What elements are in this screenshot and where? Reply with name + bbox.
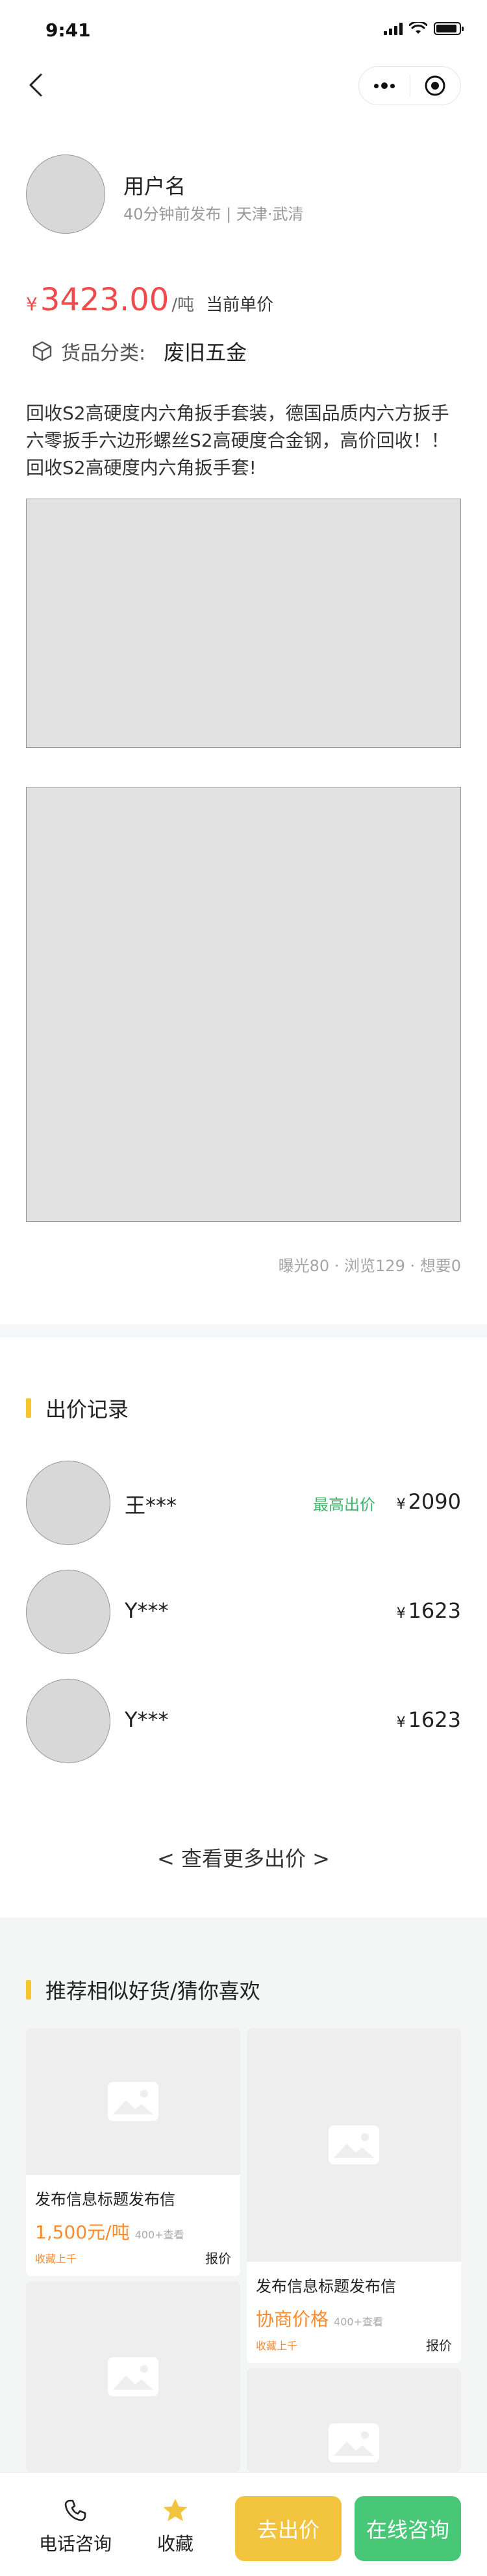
image-placeholder-icon xyxy=(329,2423,379,2462)
bids-section-header: 出价记录 xyxy=(26,1393,129,1423)
image-placeholder-icon xyxy=(329,2125,379,2164)
product-card[interactable]: 发布信息标题发布信 协商价格 400+查看 收藏上千 报价 xyxy=(247,2028,461,2363)
image-placeholder-icon xyxy=(108,2082,158,2121)
price-unit: /吨 xyxy=(171,295,195,315)
price-line: ¥ 3423.00 /吨 当前单价 xyxy=(26,282,273,318)
phone-icon xyxy=(64,2499,86,2521)
wifi-icon xyxy=(409,22,427,34)
bid-price: ¥ 1623 xyxy=(397,1598,461,1623)
price-note: 当前单价 xyxy=(206,295,274,315)
bid-row: Y*** ¥ 1623 xyxy=(26,1570,461,1654)
card-favorites: 收藏上千 xyxy=(35,2252,77,2265)
phone-consult-label: 电话咨询 xyxy=(38,2533,112,2555)
price-value: 3423.00 xyxy=(40,282,169,318)
close-button[interactable] xyxy=(410,67,461,105)
card-price-line: 协商价格 400+查看 xyxy=(256,2305,452,2331)
avatar xyxy=(26,1679,110,1763)
section-divider xyxy=(0,1324,487,1337)
place-bid-button[interactable]: 去出价 xyxy=(235,2496,342,2561)
bottom-action-bar: 电话咨询 收藏 去出价 在线咨询 xyxy=(0,2472,487,2576)
avatar xyxy=(26,1570,110,1654)
phone-consult-button[interactable]: 电话咨询 xyxy=(36,2497,114,2556)
card-favorites: 收藏上千 xyxy=(256,2339,298,2352)
star-icon xyxy=(163,2499,188,2521)
nav-bar xyxy=(0,57,487,114)
product-card[interactable] xyxy=(26,2281,240,2472)
bid-row: Y*** ¥ 1623 xyxy=(26,1679,461,1763)
card-views: 400+查看 xyxy=(134,2229,184,2241)
user-name: 用户名 xyxy=(123,174,186,199)
chevron-left-icon xyxy=(29,73,42,97)
publish-meta: 40分钟前发布 | 天津·武清 xyxy=(123,205,304,223)
card-title: 发布信息标题发布信 xyxy=(35,2190,175,2209)
card-body: 发布信息标题发布信 1,500元/吨 400+查看 收藏上千 报价 xyxy=(26,2175,240,2276)
bids-section-title: 出价记录 xyxy=(45,1397,129,1422)
recommend-section-header: 推荐相似好货/猜你喜欢 xyxy=(26,1975,260,2005)
currency-symbol: ¥ xyxy=(396,1605,406,1622)
box-icon xyxy=(32,341,52,362)
favorite-button[interactable]: 收藏 xyxy=(136,2497,214,2556)
status-icons xyxy=(384,22,464,35)
card-image xyxy=(247,2028,461,2262)
image-placeholder-icon xyxy=(108,2357,158,2396)
battery-level xyxy=(436,25,456,32)
back-button[interactable] xyxy=(19,69,52,101)
bidder-name: Y*** xyxy=(125,1707,169,1732)
card-quote-button[interactable]: 报价 xyxy=(205,2248,231,2267)
status-bar: 9:41 xyxy=(0,0,487,57)
avatar xyxy=(26,1461,110,1545)
bid-price: ¥ 2090 xyxy=(397,1489,461,1514)
bid-amount: 1623 xyxy=(408,1707,461,1732)
view-more-bids-link[interactable]: < 查看更多出价 > xyxy=(0,1842,487,1872)
currency-symbol: ¥ xyxy=(396,1496,406,1513)
bid-price: ¥ 1623 xyxy=(397,1707,461,1732)
bidder-name: 王*** xyxy=(125,1493,177,1518)
card-image xyxy=(247,2368,461,2472)
product-card[interactable]: 发布信息标题发布信 1,500元/吨 400+查看 收藏上千 报价 xyxy=(26,2028,240,2276)
card-footer: 收藏上千 报价 xyxy=(256,2335,452,2363)
item-description: 回收S2高硬度内六角扳手套装，德国品质内六方扳手六零扳手六边形螺丝S2高硬度合金… xyxy=(26,402,449,478)
card-image xyxy=(26,2281,240,2472)
bid-amount: 2090 xyxy=(408,1489,461,1514)
category-value: 废旧五金 xyxy=(164,340,247,365)
currency-symbol: ¥ xyxy=(26,293,38,315)
status-time: 9:41 xyxy=(45,19,91,41)
more-button[interactable] xyxy=(359,67,410,105)
signal-icon xyxy=(384,22,403,35)
card-price: 1,500元/吨 xyxy=(35,2222,130,2243)
mini-program-capsule xyxy=(358,66,461,105)
publisher-info: 用户名 40分钟前发布 | 天津·武清 xyxy=(26,155,461,235)
online-consult-button[interactable]: 在线咨询 xyxy=(355,2496,461,2561)
item-photo[interactable] xyxy=(26,499,461,748)
target-circle-icon xyxy=(425,75,445,96)
favorite-label: 收藏 xyxy=(156,2533,194,2555)
section-accent-bar xyxy=(26,1398,31,1418)
recommend-section-title: 推荐相似好货/猜你喜欢 xyxy=(45,1979,260,2003)
card-price-line: 1,500元/吨 400+查看 xyxy=(35,2218,231,2244)
card-quote-button[interactable]: 报价 xyxy=(426,2335,452,2354)
bid-amount: 1623 xyxy=(408,1598,461,1623)
category-label: 货品分类: xyxy=(61,342,146,365)
card-footer: 收藏上千 报价 xyxy=(35,2248,231,2276)
battery-icon xyxy=(434,22,464,35)
card-title: 发布信息标题发布信 xyxy=(256,2277,396,2296)
bid-row: 王*** 最高出价 ¥ 2090 xyxy=(26,1461,461,1545)
more-dots-icon xyxy=(373,82,395,89)
product-card[interactable] xyxy=(247,2368,461,2472)
card-views: 400+查看 xyxy=(334,2316,383,2328)
bidder-name: Y*** xyxy=(125,1598,169,1623)
highest-bid-tag: 最高出价 xyxy=(313,1496,375,1514)
item-stats: 曝光80 · 浏览129 · 想要0 xyxy=(278,1257,461,1275)
card-body: 发布信息标题发布信 协商价格 400+查看 收藏上千 报价 xyxy=(247,2262,461,2363)
card-price: 协商价格 xyxy=(256,2309,329,2330)
item-photo[interactable] xyxy=(26,787,461,1222)
category-line: 货品分类: 废旧五金 xyxy=(31,336,247,366)
currency-symbol: ¥ xyxy=(396,1715,406,1731)
card-image xyxy=(26,2028,240,2175)
avatar[interactable] xyxy=(26,155,105,234)
section-accent-bar xyxy=(26,1980,31,2000)
